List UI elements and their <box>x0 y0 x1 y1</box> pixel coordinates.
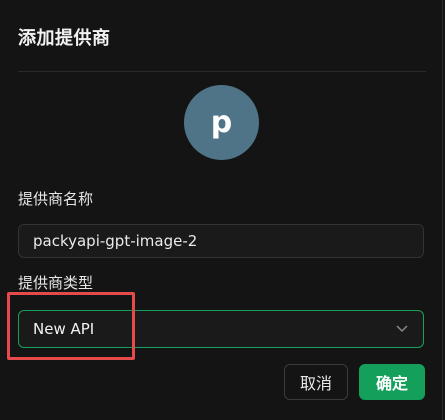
cancel-button[interactable]: 取消 <box>284 364 348 400</box>
provider-name-input[interactable] <box>18 224 424 258</box>
provider-name-label: 提供商名称 <box>18 190 94 208</box>
avatar-letter: p <box>210 105 233 140</box>
chevron-down-icon <box>395 322 409 336</box>
add-provider-dialog: 添加提供商 p 提供商名称 提供商类型 New API 取消 确定 <box>0 0 443 420</box>
provider-avatar: p <box>184 85 259 160</box>
provider-type-select[interactable]: New API <box>18 310 424 348</box>
dialog-title: 添加提供商 <box>18 28 111 49</box>
confirm-button[interactable]: 确定 <box>359 364 425 400</box>
provider-type-value: New API <box>33 320 95 338</box>
provider-type-label: 提供商类型 <box>18 274 94 292</box>
title-divider <box>18 71 426 72</box>
